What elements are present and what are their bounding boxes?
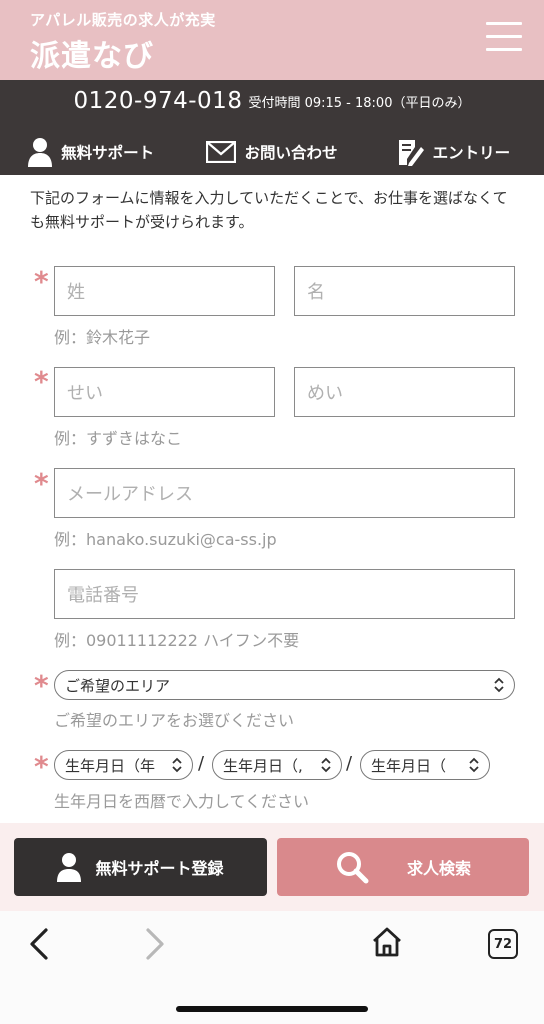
- site-tagline: アパレル販売の求人が充実: [30, 11, 216, 29]
- birth-day-select[interactable]: 生年月日（: [360, 750, 490, 780]
- nav-free-support-label: 無料サポート: [61, 144, 155, 162]
- required-mark: *: [34, 365, 49, 398]
- back-icon[interactable]: [26, 927, 54, 961]
- phone-input[interactable]: 電話番号: [54, 569, 515, 619]
- home-indicator[interactable]: [176, 1006, 368, 1012]
- edit-document-icon: [398, 140, 424, 166]
- free-support-register-label: 無料サポート登録: [95, 859, 224, 878]
- job-search-label: 求人検索: [406, 859, 471, 878]
- person-icon: [57, 853, 82, 882]
- first-kana-input[interactable]: めい: [294, 367, 515, 417]
- form-intro: 下記のフォームに情報を入力していただくことで、お仕事を選ばなくても無料サポートが…: [30, 189, 508, 231]
- birth-month-value: 生年月日（,: [223, 756, 303, 775]
- date-separator: /: [346, 753, 353, 774]
- forward-icon[interactable]: [140, 927, 168, 961]
- action-bar: 無料サポート登録 求人検索: [0, 823, 544, 911]
- name-hint: 例：鈴木花子: [54, 328, 151, 347]
- nav-contact-label: お問い合わせ: [244, 144, 338, 162]
- first-name-input[interactable]: 名: [294, 266, 515, 316]
- email-hint: 例：hanako.suzuki@ca-ss.jp: [54, 530, 277, 549]
- kana-hint: 例：すずきはなこ: [54, 429, 183, 448]
- area-select[interactable]: ご希望のエリア: [54, 670, 515, 700]
- select-chevron-icon: [172, 757, 182, 773]
- birth-day-value: 生年月日（: [371, 756, 447, 775]
- required-mark: *: [34, 669, 49, 702]
- last-name-input[interactable]: 姓: [54, 266, 275, 316]
- required-mark: *: [34, 467, 49, 500]
- site-header: アパレル販売の求人が充実 派遣なび: [0, 0, 544, 80]
- birth-hint: 生年月日を西暦で入力してください: [54, 792, 310, 811]
- last-kana-input[interactable]: せい: [54, 367, 275, 417]
- contact-bar: 0120-974-018 受付時間 09:15 - 18:00（平日のみ） 無料サ…: [0, 80, 544, 175]
- birth-year-value: 生年月日（年: [65, 756, 156, 775]
- select-chevron-icon: [469, 757, 479, 773]
- home-icon[interactable]: [370, 925, 404, 959]
- nav-contact[interactable]: お問い合わせ: [181, 130, 362, 174]
- area-select-value: ご希望のエリア: [65, 676, 171, 695]
- nav-entry[interactable]: エントリー: [363, 130, 544, 174]
- search-icon: [336, 852, 369, 884]
- mail-icon: [206, 141, 237, 163]
- phone-row: 0120-974-018 受付時間 09:15 - 18:00（平日のみ）: [0, 88, 544, 114]
- nav-free-support[interactable]: 無料サポート: [0, 130, 181, 174]
- select-chevron-icon: [494, 677, 504, 693]
- header-nav: 無料サポート お問い合わせ エントリー: [0, 130, 544, 174]
- select-chevron-icon: [321, 757, 331, 773]
- person-icon: [28, 138, 53, 167]
- tabs-icon[interactable]: 72: [488, 929, 518, 959]
- birth-month-select[interactable]: 生年月日（,: [212, 750, 342, 780]
- free-support-register-button[interactable]: 無料サポート登録: [14, 838, 267, 896]
- email-input[interactable]: メールアドレス: [54, 468, 515, 518]
- job-search-button[interactable]: 求人検索: [277, 838, 529, 896]
- birth-year-select[interactable]: 生年月日（年: [54, 750, 193, 780]
- browser-toolbar: 72: [0, 911, 544, 1024]
- site-logo[interactable]: 派遣なび: [30, 31, 154, 75]
- phone-hint: 例：09011112222 ハイフン不要: [54, 631, 300, 650]
- phone-hours: 受付時間 09:15 - 18:00（平日のみ）: [248, 95, 471, 111]
- required-mark: *: [34, 265, 49, 298]
- hamburger-icon[interactable]: [486, 22, 522, 54]
- phone-number[interactable]: 0120-974-018: [74, 88, 243, 114]
- nav-entry-label: エントリー: [432, 144, 511, 162]
- area-hint: ご希望のエリアをお選びください: [54, 711, 295, 730]
- date-separator: /: [198, 753, 205, 774]
- required-mark: *: [34, 750, 49, 783]
